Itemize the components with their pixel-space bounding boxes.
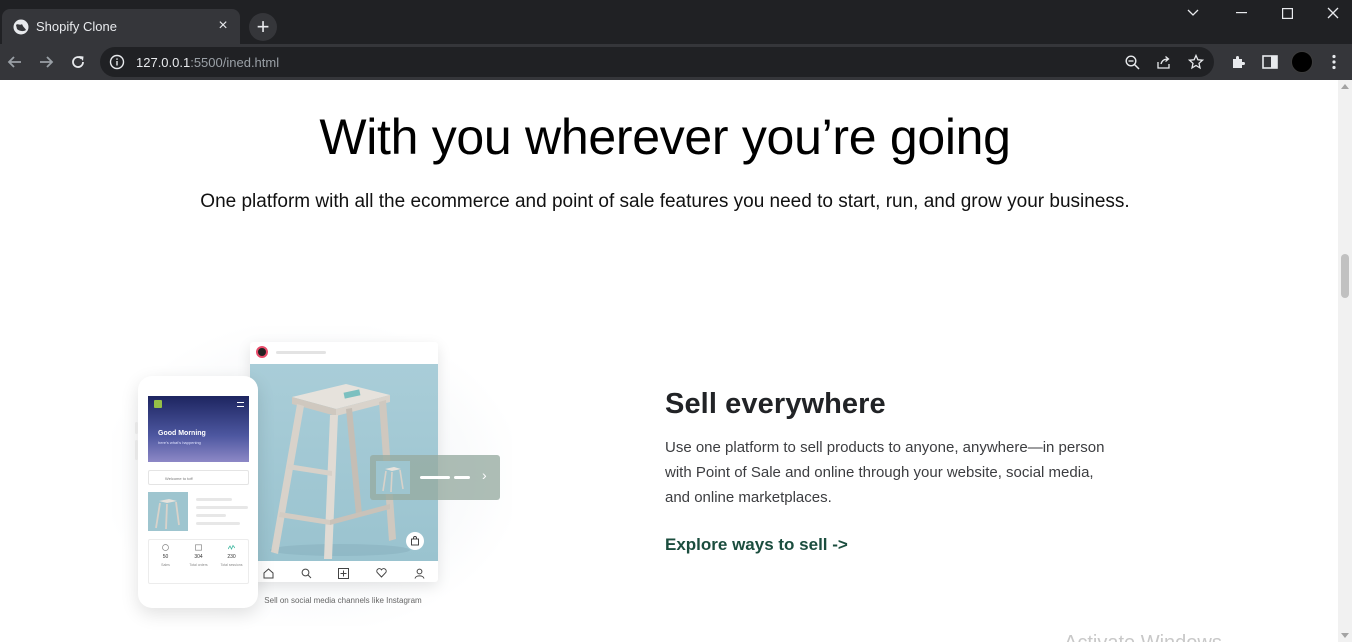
stat-value: 230 [227, 554, 236, 560]
search-icon [300, 567, 312, 579]
phone-side-button [135, 440, 138, 460]
phone-product-line [196, 522, 240, 525]
phone-greeting-subtitle: here's what's happening [158, 440, 201, 445]
instagram-handle-placeholder [276, 351, 326, 354]
back-arrow-icon[interactable] [3, 50, 27, 74]
scrollbar-thumb[interactable] [1341, 254, 1349, 298]
page-scrollbar[interactable] [1338, 80, 1352, 642]
stat-label: Total orders [189, 563, 208, 567]
add-post-icon [338, 567, 350, 579]
profile-icon [413, 567, 425, 579]
orders-icon [195, 544, 202, 551]
reload-icon[interactable] [66, 50, 90, 74]
phone-stat: 50 Sales [149, 540, 182, 583]
new-tab-button[interactable]: + [249, 13, 277, 41]
url-host: 127.0.0.1 [136, 55, 191, 70]
shopify-logo-icon [154, 400, 162, 408]
sales-icon [162, 544, 169, 551]
address-bar[interactable]: 127.0.0.1:5500/ined.html [100, 47, 1214, 77]
close-icon[interactable]: × [214, 17, 232, 35]
url-path: :5500/ined.html [190, 55, 280, 70]
chevron-right-icon: › [482, 467, 487, 483]
instagram-avatar [256, 346, 268, 358]
instagram-bottom-nav [250, 564, 438, 582]
illustration-caption: Sell on social media channels like Insta… [264, 596, 422, 605]
chevron-down-icon[interactable] [1170, 0, 1216, 26]
scroll-down-arrow-icon[interactable] [1341, 633, 1349, 638]
extensions-icon[interactable] [1228, 52, 1248, 72]
phone-stat: 304 Total orders [182, 540, 215, 583]
stat-value: 50 [162, 554, 169, 560]
phone-product-line [196, 514, 226, 517]
explore-ways-to-sell-link[interactable]: Explore ways to sell -> [665, 535, 848, 555]
close-window-icon[interactable] [1310, 0, 1352, 26]
home-icon [263, 567, 275, 579]
phone-mockup: Good Morning here's what's happening Wel… [135, 376, 258, 608]
phone-product-line [196, 506, 248, 509]
browser-tab-strip: Shopify Clone × + [0, 0, 1352, 44]
url-text: 127.0.0.1:5500/ined.html [136, 55, 279, 70]
hamburger-menu-icon [237, 402, 244, 407]
product-tag-overlay: › [370, 455, 500, 500]
hero-subtitle: One platform with all the ecommerce and … [200, 191, 1130, 212]
more-menu-icon[interactable] [1324, 52, 1344, 72]
product-tag-thumbnail [376, 461, 410, 494]
profile-avatar[interactable] [1291, 51, 1313, 73]
phone-stats-card: 50 Sales 304 Total orders 230 Total sess… [148, 539, 249, 584]
activate-windows-watermark: Activate Windows [1064, 632, 1222, 642]
maximize-icon[interactable] [1264, 0, 1310, 26]
globe-icon [13, 19, 29, 35]
phone-search-field: Welcome to toff [148, 470, 249, 485]
phone-product-thumbnail [148, 492, 188, 531]
tab-title: Shopify Clone [36, 19, 117, 34]
sessions-trend-icon [228, 544, 235, 550]
scroll-up-arrow-icon[interactable] [1341, 84, 1349, 89]
phone-stat: 230 Total sessions [215, 540, 248, 583]
phone-header: Good Morning here's what's happening [148, 396, 249, 462]
product-tag-price-line [454, 476, 470, 479]
stat-label: Sales [161, 563, 170, 567]
browser-toolbar: 127.0.0.1:5500/ined.html [0, 44, 1352, 80]
info-icon[interactable] [109, 54, 125, 70]
feature-title: Sell everywhere [665, 388, 886, 420]
shopping-bag-icon [406, 532, 424, 550]
phone-product-line [196, 498, 232, 501]
phone-greeting: Good Morning [158, 430, 206, 437]
minimize-icon[interactable] [1218, 0, 1264, 26]
heart-icon [376, 567, 388, 579]
feature-description: Use one platform to sell products to any… [665, 439, 1105, 506]
star-icon[interactable] [1186, 52, 1206, 72]
phone-side-button [135, 422, 138, 434]
page-content: With you wherever you’re going One platf… [0, 80, 1338, 642]
stat-label: Total sessions [220, 563, 243, 567]
browser-tab[interactable]: Shopify Clone × [2, 9, 240, 44]
product-tag-name-line [420, 476, 450, 479]
zoom-out-icon[interactable] [1122, 52, 1142, 72]
hero-title: With you wherever you’re going [319, 109, 1011, 165]
stat-value: 304 [194, 554, 203, 560]
forward-arrow-icon[interactable] [34, 50, 58, 74]
side-panel-icon[interactable] [1260, 52, 1280, 72]
sell-everywhere-illustration: › Good Morning here's what's happening W… [112, 326, 512, 626]
share-icon[interactable] [1154, 52, 1174, 72]
